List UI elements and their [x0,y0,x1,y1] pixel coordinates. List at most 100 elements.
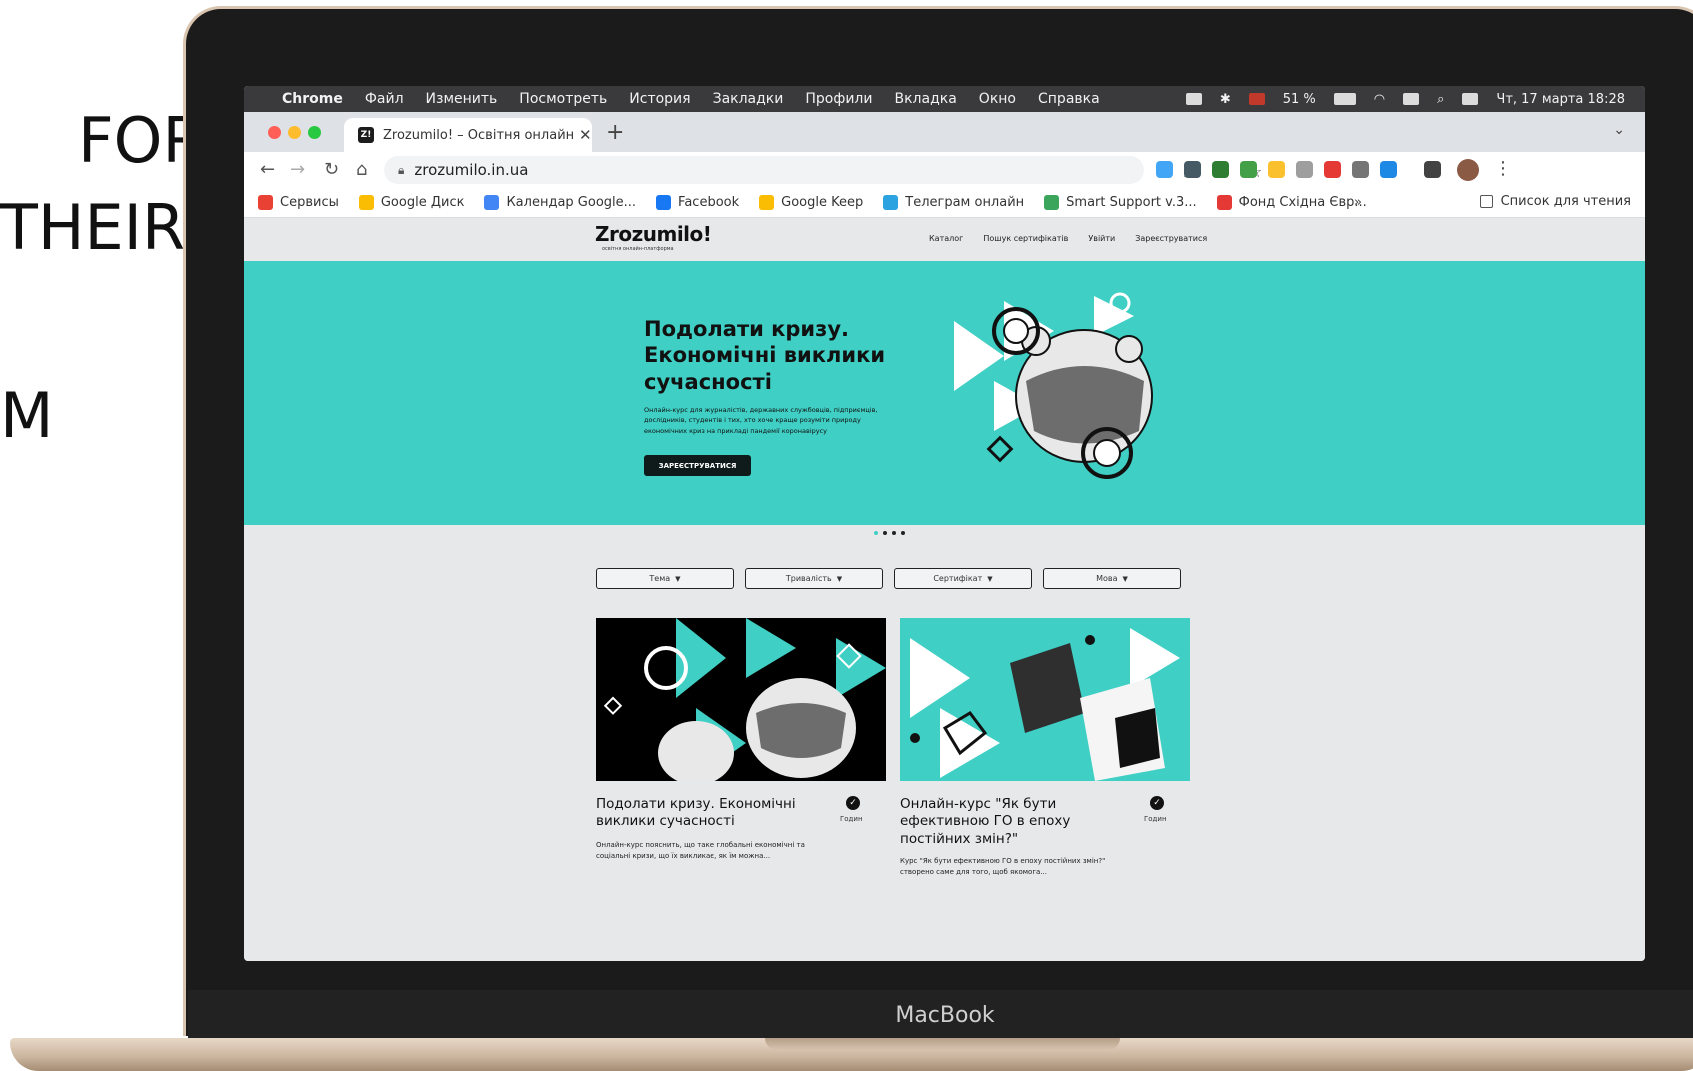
extension-icon-7[interactable] [1324,161,1341,178]
bookmark-telegram[interactable]: Телеграм онлайн [883,195,1024,210]
bookmarks-overflow-button[interactable]: » [1354,195,1362,210]
bookmark-facebook[interactable]: Facebook [656,195,739,210]
back-arrow-icon[interactable]: ← [260,159,275,180]
course-title[interactable]: Онлайн-курс "Як бути ефективною ГО в епо… [900,796,1130,848]
window-zoom-button[interactable] [308,126,321,139]
keyboard-icon[interactable] [1403,93,1420,105]
course-hours-label: Годин [840,815,863,823]
filter-duration-dropdown[interactable]: Тривалість ▼ [745,568,883,589]
input-flag-icon[interactable] [1248,93,1265,105]
menubar-item-bookmarks[interactable]: Закладки [713,91,784,107]
extension-icon-5[interactable] [1268,161,1285,178]
reading-list-button[interactable]: Список для чтения [1479,194,1631,209]
bookmark-label: Телеграм онлайн [905,195,1025,210]
tab-title: Zrozumilo! – Освітня онлайн- [383,127,573,143]
laptop-brand-label: MacBook [895,1003,995,1028]
extension-icon-1[interactable] [1156,161,1173,178]
extension-icon-8[interactable] [1352,161,1369,178]
nav-login-link[interactable]: Увійти [1088,234,1115,243]
laptop-base-notch [765,1038,1120,1050]
course-card[interactable]: Подолати кризу. Економічні виклики сучас… [596,618,886,860]
menubar-item-edit[interactable]: Изменить [426,91,498,107]
profile-avatar[interactable] [1457,159,1479,181]
menubar-item-window[interactable]: Окно [979,91,1016,107]
nav-register-link[interactable]: Зареєструватися [1135,234,1207,243]
battery-percent: 51 % [1282,91,1316,107]
extension-icon-2[interactable] [1184,161,1201,178]
menubar-item-view[interactable]: Посмотреть [519,91,607,107]
menubar-item-tab[interactable]: Вкладка [894,91,956,107]
slide-text-line-2: THEIR [0,191,186,264]
notification-icon[interactable] [1185,93,1202,105]
tab-search-chevron-icon[interactable]: ⌄ [1613,122,1625,138]
reload-icon[interactable]: ↻ [324,159,339,180]
menubar-app-name[interactable]: Chrome [282,91,343,107]
extension-icon-9[interactable] [1380,161,1397,178]
filter-language-dropdown[interactable]: Мова ▼ [1043,568,1181,589]
bluetooth-icon[interactable]: ✱ [1220,92,1231,107]
carousel-dot-2[interactable] [883,531,887,535]
site-logo[interactable]: Zrozumilo! [595,222,712,246]
forward-arrow-icon[interactable]: → [290,159,305,180]
filter-topic-dropdown[interactable]: Тема ▼ [596,568,734,589]
bookmark-label: Smart Support v.3... [1066,195,1197,210]
course-card[interactable]: Онлайн-курс "Як бути ефективною ГО в епо… [900,618,1190,876]
bookmark-google-calendar[interactable]: Календар Google... [484,195,636,210]
extension-icon-3[interactable] [1212,161,1229,178]
browser-tab-strip: Z! Zrozumilo! – Освітня онлайн- ✕ + ⌄ [244,112,1645,152]
slide-text-line-3: M [0,379,54,452]
new-tab-button[interactable]: + [606,120,624,145]
course-description: Онлайн-курс пояснить, що таке глобальні … [596,841,805,860]
nav-certificates-link[interactable]: Пошук сертифікатів [983,234,1068,243]
browser-menu-icon[interactable]: ⋮ [1494,158,1512,179]
caret-down-icon: ▼ [1122,574,1128,583]
extension-icon-4[interactable] [1240,161,1257,178]
window-close-button[interactable] [268,126,281,139]
control-center-icon[interactable] [1462,93,1479,105]
hero-register-button[interactable]: ЗАРЕЄСТРУВАТИСЯ [644,455,751,476]
menubar-status-area: ✱ 51 % ◠ ⌕ Чт, 17 марта 18:28 [1185,86,1625,112]
check-icon: ✓ [846,796,860,810]
menubar-item-help[interactable]: Справка [1038,91,1100,107]
reading-list-label: Список для чтения [1500,194,1631,209]
bookmark-smart-support[interactable]: Smart Support v.3... [1044,195,1197,210]
address-bar-url[interactable]: zrozumilo.in.ua [414,161,528,179]
site-header: Zrozumilo! освітня онлайн-платформа Ката… [244,219,1645,261]
menubar-item-history[interactable]: История [629,91,690,107]
telegram-icon [883,195,899,210]
tab-close-icon[interactable]: ✕ [579,126,592,144]
check-icon: ✓ [1150,796,1164,810]
menubar-item-profiles[interactable]: Профили [805,91,872,107]
wifi-icon[interactable]: ◠ [1374,92,1385,107]
bookmark-fund[interactable]: Фонд Східна Євр... [1216,195,1367,210]
keep-icon [759,195,775,210]
bookmark-services[interactable]: Сервисы [258,195,339,210]
nav-catalog-link[interactable]: Каталог [929,234,963,243]
bookmark-label: Сервисы [280,195,339,210]
extension-icon-6[interactable] [1296,161,1313,178]
filter-certificate-dropdown[interactable]: Сертифікат ▼ [894,568,1032,589]
carousel-dots [874,531,905,535]
bookmark-google-drive[interactable]: Google Диск [358,195,464,210]
carousel-dot-4[interactable] [901,531,905,535]
browser-tab-active[interactable]: Z! Zrozumilo! – Освітня онлайн- ✕ [344,118,592,152]
window-minimize-button[interactable] [288,126,301,139]
carousel-dot-1[interactable] [874,531,878,535]
apps-grid-icon [258,195,273,210]
battery-icon[interactable] [1333,93,1356,105]
home-icon[interactable]: ⌂ [356,159,367,180]
address-bar[interactable]: 🔒︎ zrozumilo.in.ua ⌕ ⇪ ☆ [384,156,1262,184]
bookmark-google-keep[interactable]: Google Keep [759,195,863,210]
spotlight-search-icon[interactable]: ⌕ [1437,92,1444,107]
carousel-dot-3[interactable] [892,531,896,535]
course-title[interactable]: Подолати кризу. Економічні виклики сучас… [596,796,826,831]
lock-icon[interactable]: 🔒︎ [398,163,404,178]
menubar-item-file[interactable]: Файл [365,91,404,107]
course-card-image [900,618,1190,781]
course-filters: Тема ▼ Тривалість ▼ Сертифікат ▼ Мова ▼ [596,568,1181,589]
course-hours-label: Годин [1144,815,1167,823]
menubar-clock[interactable]: Чт, 17 марта 18:28 [1496,92,1625,107]
bookmark-label: Facebook [678,195,740,210]
fund-icon [1216,195,1232,210]
extensions-puzzle-icon[interactable] [1424,161,1441,178]
